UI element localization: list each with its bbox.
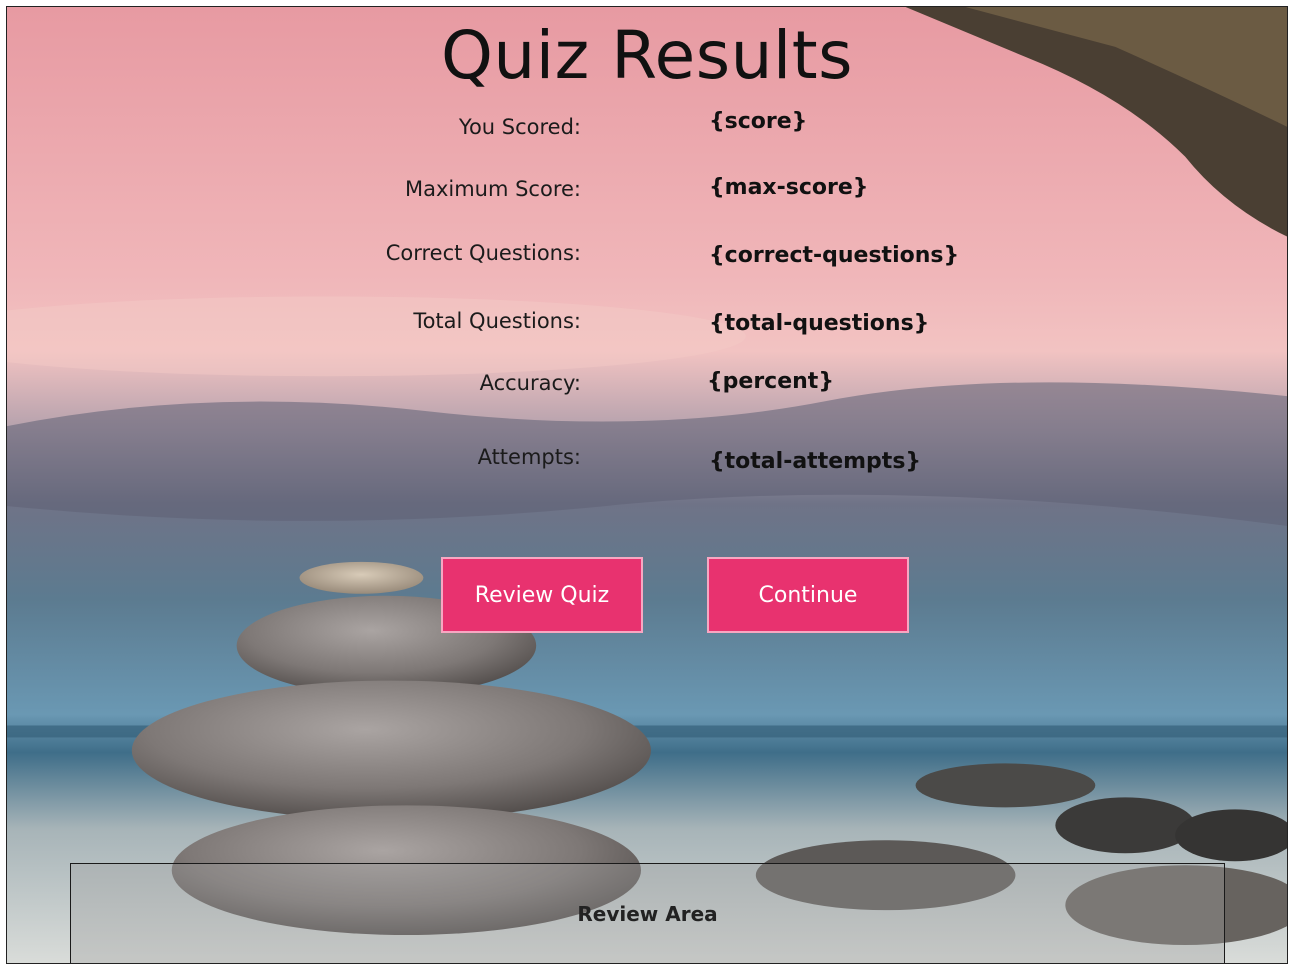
- correct-questions-value: {correct-questions}: [709, 243, 960, 268]
- review-area-label: Review Area: [577, 902, 718, 926]
- attempts-value: {total-attempts}: [709, 449, 922, 474]
- total-questions-label: Total Questions:: [413, 309, 581, 333]
- review-quiz-button[interactable]: Review Quiz: [441, 557, 643, 633]
- attempts-label: Attempts:: [477, 445, 581, 469]
- continue-button[interactable]: Continue: [707, 557, 909, 633]
- score-label: You Scored:: [458, 115, 581, 139]
- total-questions-value: {total-questions}: [709, 311, 930, 336]
- review-area: Review Area: [70, 863, 1225, 963]
- correct-questions-label: Correct Questions:: [385, 241, 581, 265]
- accuracy-label: Accuracy:: [479, 371, 581, 395]
- background-image: [7, 7, 1287, 963]
- max-score-label: Maximum Score:: [404, 177, 581, 201]
- score-value: {score}: [709, 109, 808, 134]
- quiz-results-slide: Quiz Results You Scored: {score} Maximum…: [6, 6, 1288, 964]
- max-score-value: {max-score}: [709, 175, 869, 200]
- accuracy-value: {percent}: [707, 369, 834, 394]
- page-title: Quiz Results: [440, 17, 854, 94]
